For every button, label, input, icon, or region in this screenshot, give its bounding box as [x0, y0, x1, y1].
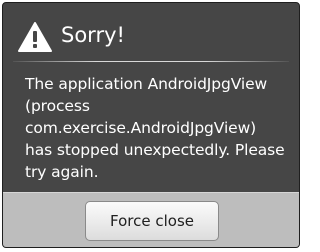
dialog-button-bar: Force close [3, 192, 299, 247]
dialog-title-bar: Sorry! [3, 3, 299, 61]
warning-icon [17, 21, 53, 53]
title-divider [13, 61, 289, 62]
force-close-button[interactable]: Force close [85, 201, 219, 241]
dialog-title: Sorry! [61, 23, 125, 47]
dialog-message: The application AndroidJpgView (process … [25, 75, 285, 181]
crash-dialog: Sorry! The application AndroidJpgView (p… [2, 2, 300, 248]
